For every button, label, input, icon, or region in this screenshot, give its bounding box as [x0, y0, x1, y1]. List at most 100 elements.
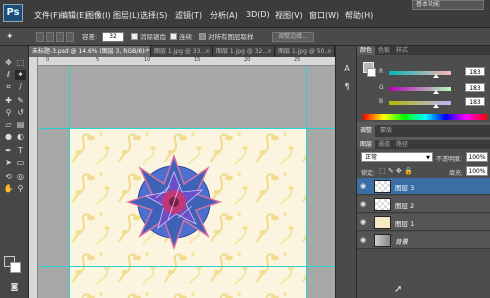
tab-layers[interactable]: 图层	[357, 140, 376, 149]
menu-help[interactable]: 帮助(H)	[345, 10, 373, 21]
refine-edge-button[interactable]: 调整边缘...	[272, 32, 314, 42]
green-knob[interactable]	[433, 90, 439, 94]
layer-row[interactable]: ◉ 图层 2	[357, 196, 490, 213]
tab-document[interactable]: 图层 1.jpg @ 33... ×	[151, 46, 213, 57]
blur-tool-icon[interactable]: ●	[3, 132, 14, 142]
menu-image[interactable]: 图像(I)	[86, 10, 111, 21]
background-color-swatch[interactable]	[10, 262, 21, 273]
tab-document[interactable]: 图层 1.jpg @ 50... ×	[275, 46, 335, 57]
tab-document[interactable]: 图层 1.jpg @ 32... ×	[213, 46, 275, 57]
tab-document-active[interactable]: 未标题-3.psd @ 14.6% (图层 3, RGB/8) * ×	[29, 46, 151, 57]
layer-row[interactable]: ◉ 图层 1	[357, 214, 490, 231]
fill-input[interactable]: 100%	[466, 166, 488, 176]
tab-swatches[interactable]: 色板	[375, 46, 393, 55]
red-slider[interactable]: R 183	[379, 67, 487, 78]
menu-analysis[interactable]: 分析(A)	[210, 10, 238, 21]
all-layers-checkbox[interactable]: 对所有图层取样	[199, 31, 254, 43]
layer-name[interactable]: 图层 3	[395, 182, 414, 192]
contiguous-checkbox[interactable]: 连续	[170, 31, 192, 43]
magic-wand-icon[interactable]: ✦	[6, 31, 14, 43]
brush-tool-icon[interactable]: ✎	[15, 96, 26, 106]
menu-edit[interactable]: 编辑(E)	[60, 10, 87, 21]
type-tool-icon[interactable]: T	[15, 146, 26, 156]
close-icon[interactable]: ×	[143, 46, 148, 57]
eyedropper-tool-icon[interactable]: ∕	[15, 82, 26, 92]
document-canvas[interactable]	[69, 128, 306, 298]
tab-paths[interactable]: 路径	[393, 140, 411, 149]
guide-line[interactable]	[306, 66, 307, 298]
blue-knob[interactable]	[433, 104, 439, 108]
move-tool-icon[interactable]: ✥	[3, 58, 14, 68]
lasso-tool-icon[interactable]: ℓ	[3, 70, 14, 80]
tab-channels[interactable]: 通道	[375, 140, 393, 149]
dodge-tool-icon[interactable]: ◐	[15, 132, 26, 142]
quick-mask-icon[interactable]: ◙	[9, 282, 20, 292]
menu-layer[interactable]: 图层(L)	[113, 10, 140, 21]
3d-rotate-tool-icon[interactable]: ⟲	[3, 172, 14, 182]
character-panel-icon[interactable]: A	[340, 62, 354, 76]
layer-row[interactable]: ◉ 图层 3	[357, 178, 490, 195]
color-spectrum-bar[interactable]	[363, 114, 487, 120]
tab-masks[interactable]: 蒙版	[377, 125, 395, 137]
zoom-tool-icon[interactable]: ⚲	[15, 184, 26, 194]
guide-line[interactable]	[69, 66, 70, 298]
guide-line[interactable]	[38, 266, 335, 267]
close-icon[interactable]: ×	[327, 46, 332, 57]
menu-select[interactable]: 选择(S)	[140, 10, 167, 21]
tab-color[interactable]: 颜色	[357, 46, 376, 55]
tolerance-input[interactable]: 32	[102, 32, 124, 42]
close-icon[interactable]: ×	[205, 46, 210, 57]
crop-tool-icon[interactable]: ⌗	[3, 82, 14, 92]
tab-adjustments[interactable]: 调整	[357, 125, 376, 137]
paragraph-panel-icon[interactable]: ¶	[340, 80, 354, 94]
green-value[interactable]: 183	[465, 83, 485, 92]
lock-icons[interactable]: ⬚ ✎ ✥ 🔒	[379, 167, 413, 175]
layer-name[interactable]: 图层 2	[395, 200, 414, 210]
blend-mode-dropdown[interactable]: 正常 ▼	[361, 152, 433, 162]
ornament-layer[interactable]	[125, 153, 223, 251]
add-selection-icon[interactable]	[46, 32, 54, 42]
intersect-selection-icon[interactable]	[66, 32, 74, 42]
close-icon[interactable]: ×	[267, 46, 272, 57]
eye-icon[interactable]: ◉	[360, 236, 368, 244]
red-track[interactable]	[389, 71, 451, 75]
subtract-selection-icon[interactable]	[56, 32, 64, 42]
tab-styles[interactable]: 样式	[393, 46, 411, 55]
eye-icon[interactable]: ◉	[360, 182, 368, 190]
antialias-checkbox[interactable]: 消除锯齿	[131, 31, 166, 43]
opacity-input[interactable]: 100%	[466, 152, 488, 162]
background-color-swatch[interactable]	[367, 68, 376, 77]
blue-track[interactable]	[389, 101, 451, 105]
eye-icon[interactable]: ◉	[360, 218, 368, 226]
path-selection-tool-icon[interactable]: ➤	[3, 158, 14, 168]
hand-tool-icon[interactable]: ✋	[3, 184, 14, 194]
magic-wand-tool-icon[interactable]: ✦	[15, 70, 26, 80]
menu-window[interactable]: 窗口(W)	[309, 10, 339, 21]
canvas-area[interactable]	[38, 66, 335, 298]
guide-line[interactable]	[38, 128, 335, 129]
pen-tool-icon[interactable]: ✒	[3, 146, 14, 156]
clone-stamp-tool-icon[interactable]: ⚲	[3, 108, 14, 118]
3d-camera-tool-icon[interactable]: ◎	[15, 172, 26, 182]
marquee-tool-icon[interactable]: ⬚	[15, 58, 26, 68]
menu-filter[interactable]: 滤镜(T)	[175, 10, 202, 21]
shape-tool-icon[interactable]: ▭	[15, 158, 26, 168]
eraser-tool-icon[interactable]: ▱	[3, 120, 14, 130]
layer-row[interactable]: ◉ 背景	[357, 232, 490, 249]
gradient-tool-icon[interactable]: ▤	[15, 120, 26, 130]
workspace-dropdown[interactable]: 基本功能	[412, 0, 484, 10]
blue-slider[interactable]: B 183	[379, 97, 487, 108]
red-value[interactable]: 183	[465, 67, 485, 76]
history-brush-tool-icon[interactable]: ↺	[15, 108, 26, 118]
eye-icon[interactable]: ◉	[360, 200, 368, 208]
green-slider[interactable]: G 183	[379, 83, 487, 94]
healing-brush-tool-icon[interactable]: ✚	[3, 96, 14, 106]
red-knob[interactable]	[433, 74, 439, 78]
blue-value[interactable]: 183	[465, 97, 485, 106]
green-track[interactable]	[389, 87, 451, 91]
new-selection-icon[interactable]	[36, 32, 44, 42]
layer-name[interactable]: 背景	[395, 236, 408, 246]
menu-3d[interactable]: 3D(D)	[246, 10, 270, 19]
layer-name[interactable]: 图层 1	[395, 218, 414, 228]
menu-view[interactable]: 视图(V)	[275, 10, 303, 21]
